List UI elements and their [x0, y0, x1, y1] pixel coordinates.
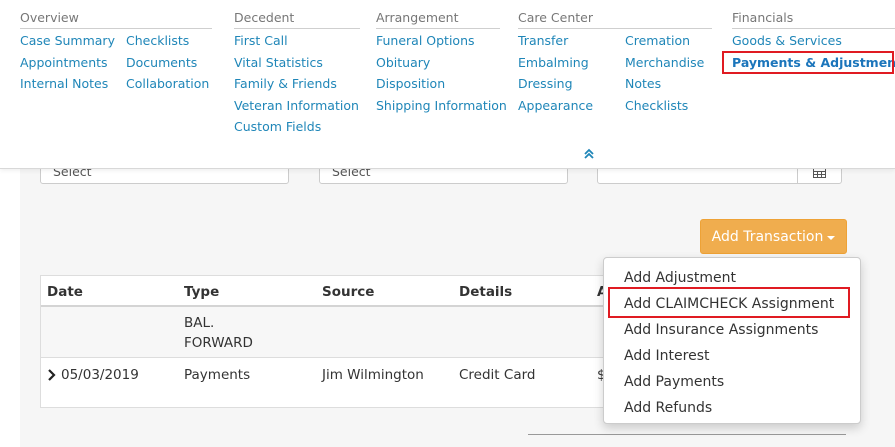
header-details[interactable]: Details: [459, 284, 512, 300]
menu-link-vital-statistics[interactable]: Vital Statistics: [234, 52, 359, 74]
menu-item-add-insurance-assignments[interactable]: Add Insurance Assignments: [604, 317, 860, 343]
menu-column: Checklists Documents Collaboration: [126, 30, 209, 95]
divider: [528, 434, 846, 435]
menu-link-goods-services[interactable]: Goods & Services: [732, 30, 895, 52]
menu-column: Cremation Merchandise Notes Checklists: [625, 30, 704, 116]
table-header: Date Type Source Details A: [41, 276, 609, 307]
menu-link-shipping-information[interactable]: Shipping Information: [376, 95, 507, 117]
section-title: Care Center: [518, 10, 712, 29]
menu-column: Transfer Embalming Dressing Appearance: [518, 30, 593, 116]
menu-link-internal-notes[interactable]: Internal Notes: [20, 73, 115, 95]
menu-link-case-summary[interactable]: Case Summary: [20, 30, 115, 52]
menu-link-veteran-information[interactable]: Veteran Information: [234, 95, 359, 117]
menu-link-collaboration[interactable]: Collaboration: [126, 73, 209, 95]
cell-source: Jim Wilmington: [322, 367, 424, 383]
section-title: Financials: [732, 10, 895, 29]
calendar-icon: [813, 167, 826, 178]
menu-link-merchandise[interactable]: Merchandise: [625, 52, 704, 74]
menu-item-add-refunds[interactable]: Add Refunds: [604, 395, 860, 421]
add-transaction-button[interactable]: Add Transaction: [700, 219, 847, 254]
menu-link-transfer[interactable]: Transfer: [518, 30, 593, 52]
menu-link-care-checklists[interactable]: Checklists: [625, 95, 704, 117]
menu-link-checklists[interactable]: Checklists: [126, 30, 209, 52]
menu-column: Funeral Options Obituary Disposition Shi…: [376, 30, 507, 116]
menu-link-family-friends[interactable]: Family & Friends: [234, 73, 359, 95]
menu-link-appearance[interactable]: Appearance: [518, 95, 593, 117]
menu-link-appointments[interactable]: Appointments: [20, 52, 115, 74]
menu-link-disposition[interactable]: Disposition: [376, 73, 507, 95]
chevron-right-icon[interactable]: [47, 369, 57, 381]
header-source[interactable]: Source: [322, 284, 374, 300]
mega-menu: Overview Case Summary Appointments Inter…: [0, 0, 895, 169]
menu-column: Case Summary Appointments Internal Notes: [20, 30, 115, 95]
menu-link-documents[interactable]: Documents: [126, 52, 209, 74]
menu-link-cremation[interactable]: Cremation: [625, 30, 704, 52]
menu-link-funeral-options[interactable]: Funeral Options: [376, 30, 507, 52]
menu-link-obituary[interactable]: Obituary: [376, 52, 507, 74]
caret-down-icon: [827, 235, 836, 240]
header-date[interactable]: Date: [47, 284, 83, 300]
add-transaction-label: Add Transaction: [711, 228, 824, 245]
cell-date: 05/03/2019: [61, 367, 139, 383]
highlight-box-claimcheck: [608, 287, 850, 318]
cell-type: Payments: [184, 367, 251, 383]
add-transaction-menu: Add Adjustment Add CLAIMCHECK Assignment…: [603, 257, 861, 424]
menu-link-first-call[interactable]: First Call: [234, 30, 359, 52]
double-chevron-up-icon[interactable]: [582, 147, 596, 161]
cell-type: BAL. FORWARD: [184, 315, 253, 351]
menu-link-dressing[interactable]: Dressing: [518, 73, 593, 95]
table-row[interactable]: 05/03/2019 Payments Jim Wilmington Credi…: [41, 358, 609, 407]
section-title: Overview: [20, 10, 212, 29]
menu-item-add-interest[interactable]: Add Interest: [604, 343, 860, 369]
cell-details: Credit Card: [459, 367, 536, 383]
menu-link-embalming[interactable]: Embalming: [518, 52, 593, 74]
menu-link-notes[interactable]: Notes: [625, 73, 704, 95]
highlight-box-payments: [722, 51, 894, 74]
menu-link-custom-fields[interactable]: Custom Fields: [234, 116, 359, 138]
menu-column: First Call Vital Statistics Family & Fri…: [234, 30, 359, 138]
header-type[interactable]: Type: [184, 284, 219, 300]
section-title: Arrangement: [376, 10, 500, 29]
transactions-table: Date Type Source Details A BAL. FORWARD …: [40, 275, 610, 408]
section-title: Decedent: [234, 10, 360, 29]
menu-item-add-payments[interactable]: Add Payments: [604, 369, 860, 395]
table-row[interactable]: BAL. FORWARD: [41, 307, 609, 358]
